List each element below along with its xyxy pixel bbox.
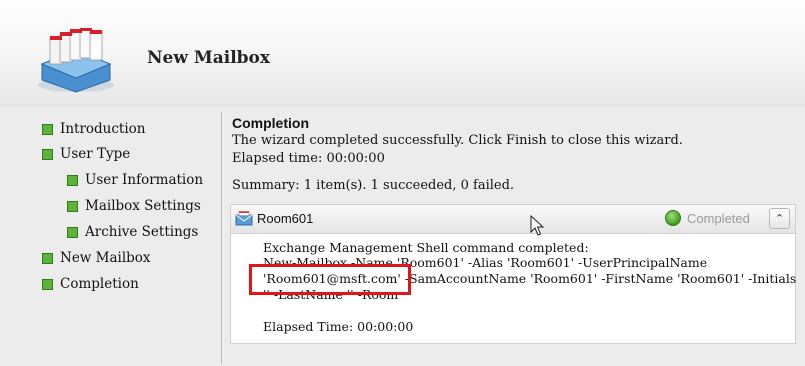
result-elapsed-time: Elapsed Time: 00:00:00: [263, 319, 414, 334]
step-new-mailbox[interactable]: New Mailbox: [42, 250, 151, 266]
step-complete-icon: [42, 278, 53, 290]
step-complete-icon: [42, 252, 53, 264]
result-item-name: Room601: [257, 211, 314, 226]
wizard-title: New Mailbox: [147, 48, 271, 68]
collapse-button[interactable]: ⌃: [769, 208, 790, 229]
step-user-information[interactable]: User Information: [67, 172, 203, 188]
elapsed-time: Elapsed time: 00:00:00: [232, 151, 385, 166]
wizard-header: New Mailbox: [0, 0, 805, 107]
result-header[interactable]: Room601 Completed ⌃: [231, 205, 795, 234]
command-line: Exchange Management Shell command comple…: [263, 240, 589, 255]
mailbox-wizard-icon: [38, 28, 114, 93]
status-label: Completed: [687, 211, 750, 226]
mailbox-icon: [235, 211, 253, 226]
step-label: Completion: [60, 276, 139, 292]
mouse-pointer-icon: [530, 215, 544, 236]
step-label: Archive Settings: [85, 224, 199, 240]
sidebar-divider: [221, 112, 222, 364]
step-label: New Mailbox: [60, 250, 151, 266]
step-complete-icon: [42, 148, 53, 160]
page-title: Completion: [232, 115, 309, 131]
summary-text: Summary: 1 item(s). 1 succeeded, 0 faile…: [232, 178, 515, 193]
step-label: Introduction: [60, 121, 146, 137]
step-complete-icon: [67, 200, 78, 212]
annotation-highlight-box: [249, 264, 411, 295]
wizard-steps-nav: Introduction User Type User Information …: [0, 107, 221, 366]
step-label: Mailbox Settings: [85, 198, 201, 214]
step-mailbox-settings[interactable]: Mailbox Settings: [67, 198, 201, 214]
success-check-icon: [665, 210, 681, 226]
step-completion[interactable]: Completion: [42, 276, 139, 292]
chevron-up-icon: ⌃: [774, 212, 785, 225]
step-user-type[interactable]: User Type: [42, 146, 130, 162]
step-label: User Information: [85, 172, 204, 188]
step-complete-icon: [42, 123, 53, 135]
success-message: The wizard completed successfully. Click…: [232, 133, 683, 148]
step-complete-icon: [67, 226, 78, 238]
step-label: User Type: [60, 146, 131, 162]
step-complete-icon: [67, 174, 78, 186]
step-introduction[interactable]: Introduction: [42, 121, 146, 137]
step-archive-settings[interactable]: Archive Settings: [67, 224, 198, 240]
